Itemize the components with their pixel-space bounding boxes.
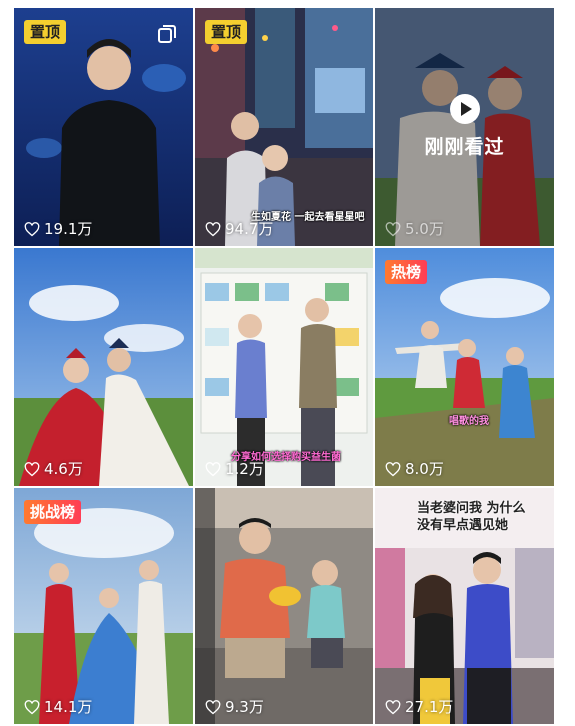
video-grid: 置顶 19.1万 置顶 生如夏花 一起去看星星吧 94.7万 刚刚看过 5.0万…	[14, 8, 554, 724]
heart-icon	[205, 461, 221, 476]
video-tile[interactable]: 4.6万	[14, 248, 193, 486]
video-tile[interactable]: 置顶 生如夏花 一起去看星星吧 94.7万	[195, 8, 373, 246]
video-tile[interactable]: 置顶 19.1万	[14, 8, 193, 246]
like-count: 14.1万	[24, 698, 92, 716]
like-count: 4.6万	[24, 460, 83, 478]
video-tile[interactable]: 9.3万	[195, 488, 373, 724]
video-caption: 唱歌的我	[449, 416, 489, 427]
heart-icon	[205, 221, 221, 236]
heart-icon	[24, 699, 40, 714]
like-count: 27.1万	[385, 698, 453, 716]
like-count: 1.2万	[205, 460, 264, 478]
trending-badge: 热榜	[385, 260, 428, 284]
like-count: 94.7万	[205, 220, 273, 238]
video-tile[interactable]: 当老婆问我 为什么没有早点遇见她 27.1万	[375, 488, 554, 724]
video-tile[interactable]: 热榜 唱歌的我 8.0万	[375, 248, 554, 486]
pinned-badge: 置顶	[24, 20, 67, 44]
watched-overlay: 刚刚看过	[375, 8, 554, 246]
pinned-badge: 置顶	[205, 20, 248, 44]
like-count: 5.0万	[385, 220, 444, 238]
heart-icon	[24, 221, 40, 236]
challenge-badge: 挑战榜	[24, 500, 82, 524]
heart-icon	[24, 461, 40, 476]
video-tile[interactable]: 刚刚看过 5.0万	[375, 8, 554, 246]
heart-icon	[385, 461, 401, 476]
video-tile[interactable]: 分享如何选择购买益生菌 1.2万	[195, 248, 373, 486]
video-caption: 当老婆问我 为什么没有早点遇见她	[417, 501, 526, 533]
play-icon	[449, 94, 480, 124]
like-count: 9.3万	[205, 698, 264, 716]
heart-icon	[385, 221, 401, 236]
video-tile[interactable]: 挑战榜 14.1万	[14, 488, 193, 724]
like-count: 8.0万	[385, 460, 444, 478]
heart-icon	[385, 699, 401, 714]
heart-icon	[205, 699, 221, 714]
video-thumbnail	[195, 488, 373, 724]
video-thumbnail	[14, 248, 193, 486]
recently-watched-label: 刚刚看过	[424, 136, 505, 158]
collection-icon	[158, 25, 176, 43]
like-count: 19.1万	[24, 220, 92, 238]
